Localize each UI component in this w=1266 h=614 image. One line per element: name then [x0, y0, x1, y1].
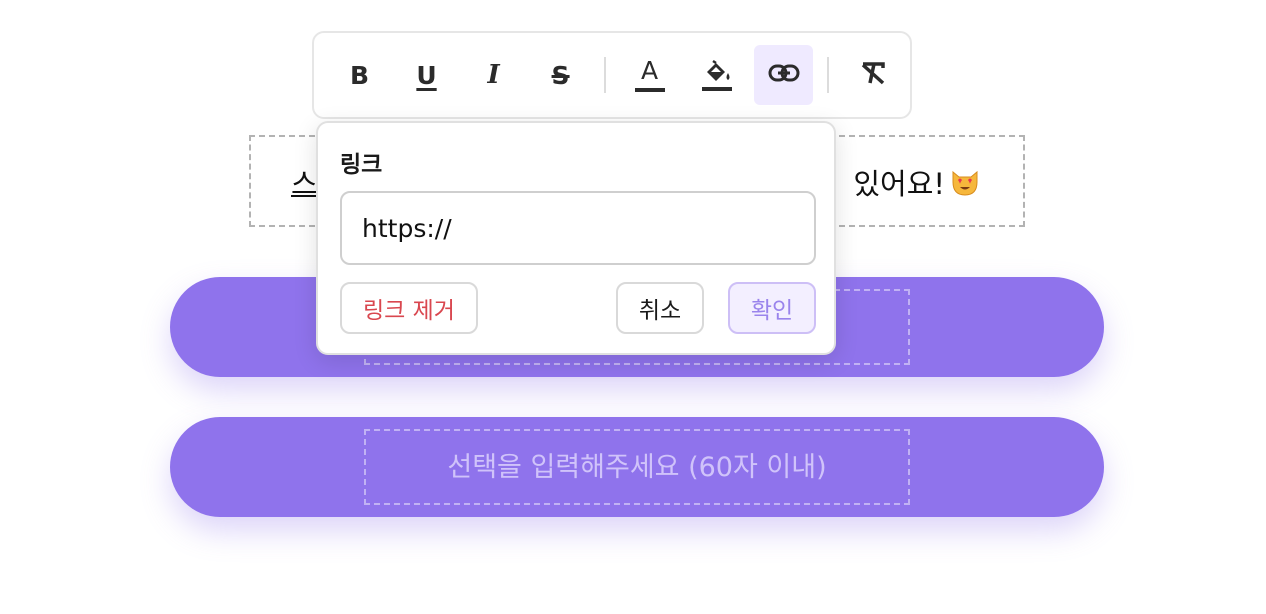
choice-input-2[interactable]	[364, 429, 910, 505]
underline-icon: U	[416, 60, 437, 90]
clear-format-button[interactable]	[843, 45, 902, 105]
toolbar-divider	[827, 57, 830, 93]
cancel-button[interactable]: 취소	[616, 282, 704, 334]
link-icon	[768, 63, 800, 87]
italic-icon: I	[487, 60, 500, 90]
bold-button[interactable]: B	[330, 45, 389, 105]
italic-button[interactable]: I	[464, 45, 523, 105]
remove-link-button[interactable]: 링크 제거	[340, 282, 478, 334]
text-color-icon: A	[634, 56, 665, 92]
choice-item-2	[170, 417, 1104, 517]
paint-bucket-icon	[701, 59, 733, 91]
editor-canvas: 스 있어요! B U I	[0, 0, 1266, 614]
strikethrough-icon: S	[551, 60, 570, 90]
story-text-end-label: 있어요!	[853, 167, 945, 201]
format-toolbar: B U I S A	[312, 31, 912, 119]
story-text-start: 스	[291, 167, 318, 201]
bold-icon: B	[349, 60, 370, 90]
toolbar-divider	[604, 57, 607, 93]
link-button[interactable]	[754, 45, 814, 105]
highlight-color-button[interactable]	[687, 45, 746, 105]
text-color-label: A	[640, 56, 659, 85]
strikethrough-button[interactable]: S	[531, 45, 590, 105]
link-popover-title: 링크	[340, 152, 383, 178]
text-color-button[interactable]: A	[620, 45, 679, 105]
story-text-end: 있어요!	[853, 161, 981, 203]
link-popover: 링크 링크 제거 취소 확인	[316, 121, 836, 355]
clear-format-icon	[858, 59, 888, 91]
confirm-button[interactable]: 확인	[728, 282, 816, 334]
underline-button[interactable]: U	[397, 45, 456, 105]
heart-eyes-cat-emoji-icon	[949, 166, 981, 198]
link-url-input[interactable]	[340, 191, 816, 265]
